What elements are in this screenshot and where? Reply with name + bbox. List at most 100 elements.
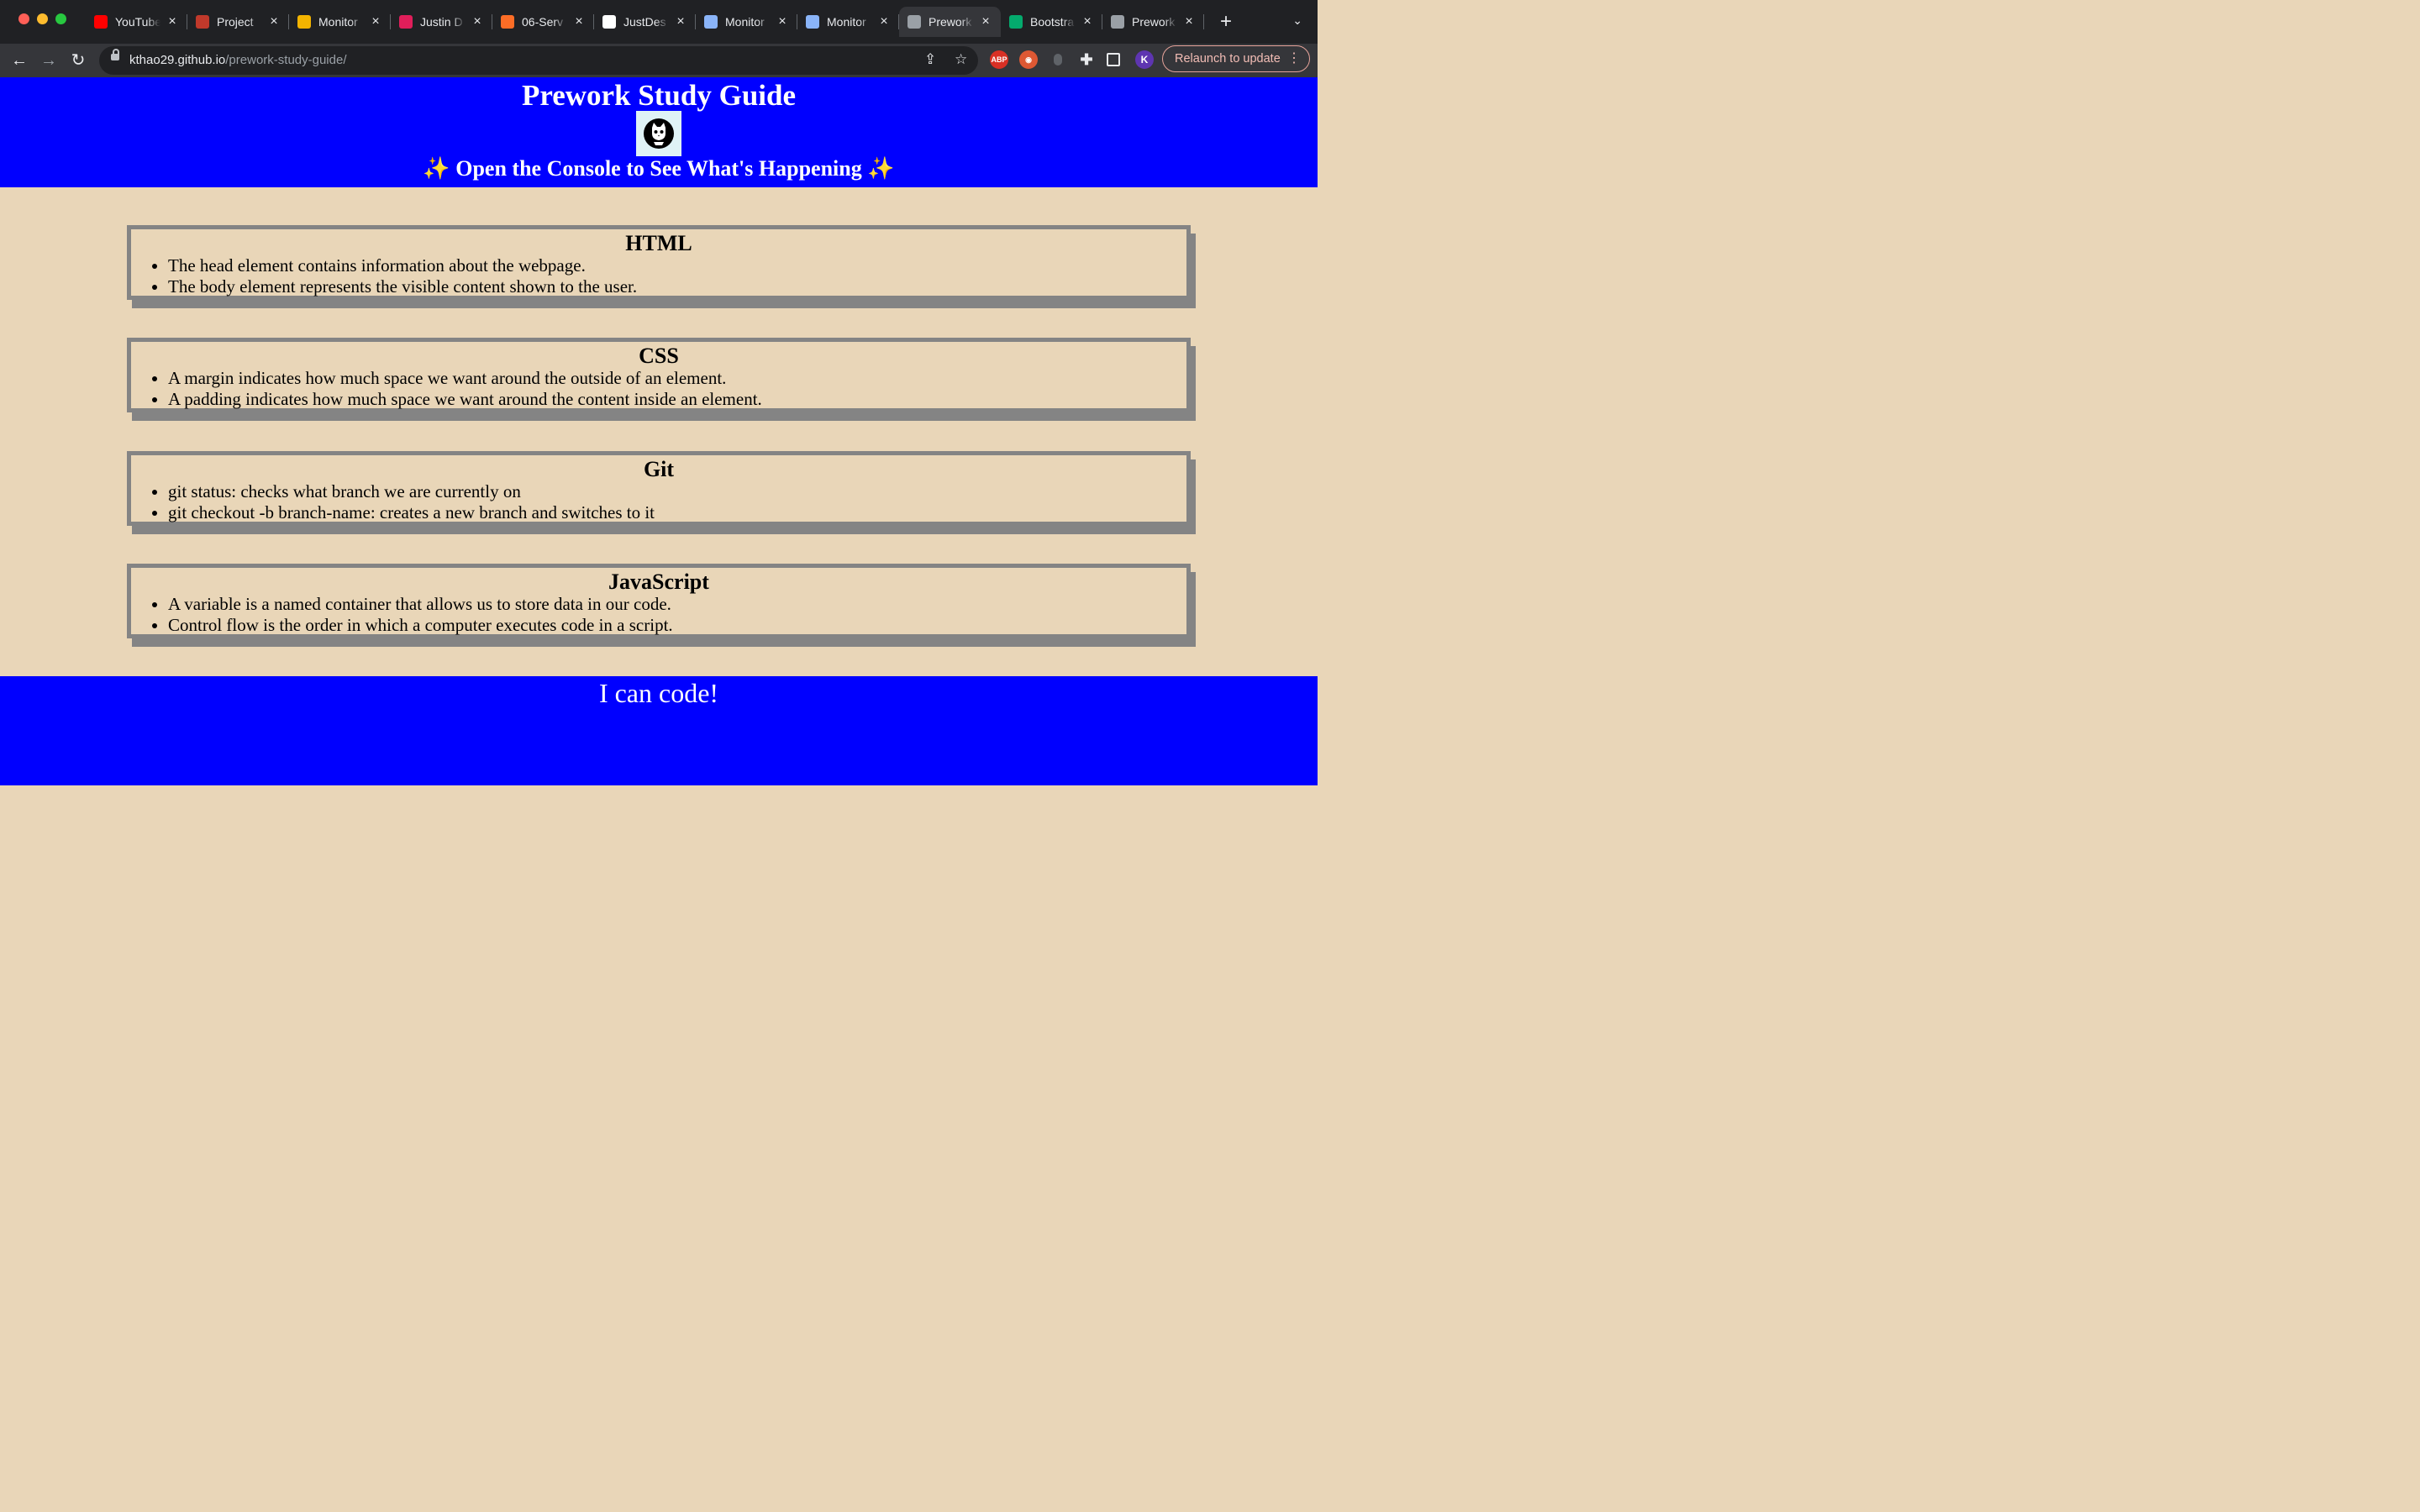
profile-avatar[interactable]: K bbox=[1135, 50, 1154, 69]
study-sections: HTMLThe head element contains informatio… bbox=[0, 187, 1318, 676]
tab-label: Bootstra bbox=[1030, 15, 1075, 29]
section-list: The head element contains information ab… bbox=[131, 255, 1186, 297]
maximize-window-button[interactable] bbox=[55, 13, 66, 24]
section-list: A variable is a named container that all… bbox=[131, 594, 1186, 636]
new-tab-button[interactable]: + bbox=[1215, 10, 1237, 34]
tab-10[interactable]: Prework × bbox=[1102, 7, 1204, 37]
address-bar[interactable]: kthao29.github.io/prework-study-guide/ ⇪… bbox=[99, 46, 978, 75]
slack-icon bbox=[399, 15, 413, 29]
project-icon bbox=[196, 15, 209, 29]
tab-label: JustDes bbox=[623, 15, 666, 29]
monitor-icon bbox=[704, 15, 718, 29]
puzzle-icon[interactable]: ✚ bbox=[1077, 50, 1096, 69]
url-text[interactable]: kthao29.github.io/prework-study-guide/ bbox=[129, 53, 347, 67]
tab-label: Monitor bbox=[827, 15, 866, 29]
section-title: JavaScript bbox=[608, 570, 709, 594]
reload-icon[interactable]: ↻ bbox=[66, 49, 90, 72]
page-footer: I can code! bbox=[0, 676, 1318, 785]
minimize-window-button[interactable] bbox=[37, 13, 48, 24]
section-card-javascript: JavaScriptA variable is a named containe… bbox=[127, 564, 1191, 638]
tab-label: Monitor bbox=[318, 15, 358, 29]
bookmark-star-icon[interactable]: ☆ bbox=[955, 51, 967, 68]
window-controls bbox=[18, 13, 66, 24]
page-header: Prework Study Guide ✨ Open the Console t… bbox=[0, 77, 1318, 187]
subtitle-text: Open the Console to See What's Happening bbox=[455, 156, 862, 181]
tab-label: Prework bbox=[929, 15, 972, 29]
tab-4[interactable]: 06-Serv × bbox=[492, 7, 594, 37]
tab-label: Prework bbox=[1132, 15, 1176, 29]
avatar bbox=[636, 111, 681, 156]
relaunch-button[interactable]: Relaunch to update ⋮ bbox=[1162, 45, 1310, 72]
section-list: A margin indicates how much space we wan… bbox=[131, 368, 1186, 410]
tab-1[interactable]: Project × bbox=[187, 7, 289, 37]
tab-9[interactable]: Bootstra × bbox=[1001, 7, 1102, 37]
globe-icon bbox=[908, 15, 921, 29]
tabs: YouTube × Project × Monitor × Justin D × 06-Serv… bbox=[86, 7, 1204, 37]
tab-8[interactable]: Prework × bbox=[899, 7, 1001, 37]
gitlab-icon bbox=[501, 15, 514, 29]
globe-icon bbox=[1111, 15, 1124, 29]
toolbar: ← → ↻ kthao29.github.io/prework-study-gu… bbox=[0, 44, 1318, 77]
close-tab-icon[interactable]: × bbox=[166, 14, 179, 29]
more-menu-icon[interactable]: ⋮ bbox=[1287, 46, 1301, 71]
list-item: The head element contains information ab… bbox=[168, 255, 1186, 276]
close-window-button[interactable] bbox=[18, 13, 29, 24]
list-item: The body element represents the visible … bbox=[168, 276, 1186, 297]
tab-0[interactable]: YouTube × bbox=[86, 7, 187, 37]
close-tab-icon[interactable]: × bbox=[572, 14, 586, 29]
close-tab-icon[interactable]: × bbox=[267, 14, 281, 29]
extension-icon[interactable] bbox=[1054, 54, 1062, 66]
tab-5[interactable]: JustDes × bbox=[594, 7, 696, 37]
adblock-icon[interactable]: ABP bbox=[990, 50, 1008, 69]
close-tab-icon[interactable]: × bbox=[979, 14, 992, 29]
url-host: kthao29.github.io bbox=[129, 53, 226, 67]
close-tab-icon[interactable]: × bbox=[1081, 14, 1094, 29]
section-title: Git bbox=[643, 457, 675, 481]
section-card-html: HTMLThe head element contains informatio… bbox=[127, 225, 1191, 300]
tab-2[interactable]: Monitor × bbox=[289, 7, 391, 37]
tab-3[interactable]: Justin D × bbox=[391, 7, 492, 37]
close-tab-icon[interactable]: × bbox=[1182, 14, 1196, 29]
share-icon[interactable]: ⇪ bbox=[924, 51, 936, 68]
relaunch-label: Relaunch to update bbox=[1175, 52, 1281, 66]
forward-arrow-icon[interactable]: → bbox=[37, 49, 60, 72]
list-item: A variable is a named container that all… bbox=[168, 594, 1186, 615]
duckduckgo-icon[interactable]: ◉ bbox=[1019, 50, 1038, 69]
close-tab-icon[interactable]: × bbox=[471, 14, 484, 29]
tab-7[interactable]: Monitor × bbox=[797, 7, 899, 37]
slides-icon bbox=[297, 15, 311, 29]
lock-icon[interactable] bbox=[111, 49, 119, 60]
page-subtitle: ✨ Open the Console to See What's Happeni… bbox=[0, 156, 1318, 181]
section-card-css: CSSA margin indicates how much space we … bbox=[127, 338, 1191, 412]
cat-logo-icon bbox=[644, 118, 674, 149]
list-item: Control flow is the order in which a com… bbox=[168, 615, 1186, 636]
tab-search-chevron-icon[interactable]: ⌄ bbox=[1292, 13, 1302, 28]
close-tab-icon[interactable]: × bbox=[877, 14, 891, 29]
tab-strip: YouTube × Project × Monitor × Justin D × 06-Serv… bbox=[0, 0, 1318, 44]
tab-label: YouTube bbox=[115, 15, 160, 29]
footer-text: I can code! bbox=[598, 678, 719, 708]
page-title: Prework Study Guide bbox=[521, 79, 797, 112]
list-item: git status: checks what branch we are cu… bbox=[168, 481, 1186, 502]
tab-label: Justin D bbox=[420, 15, 463, 29]
sidepanel-icon[interactable] bbox=[1107, 53, 1120, 66]
tab-label: 06-Serv bbox=[522, 15, 564, 29]
list-item: A padding indicates how much space we wa… bbox=[168, 389, 1186, 410]
tab-6[interactable]: Monitor × bbox=[696, 7, 797, 37]
browser-chrome: YouTube × Project × Monitor × Justin D × 06-Serv… bbox=[0, 0, 1318, 77]
back-arrow-icon[interactable]: ← bbox=[8, 49, 31, 72]
section-list: git status: checks what branch we are cu… bbox=[131, 481, 1186, 523]
section-card-git: Gitgit status: checks what branch we are… bbox=[127, 451, 1191, 526]
w3schools-icon bbox=[1009, 15, 1023, 29]
tab-label: Project bbox=[217, 15, 254, 29]
list-item: A margin indicates how much space we wan… bbox=[168, 368, 1186, 389]
close-tab-icon[interactable]: × bbox=[776, 14, 789, 29]
close-tab-icon[interactable]: × bbox=[369, 14, 382, 29]
section-title: HTML bbox=[625, 231, 692, 255]
sparkle-icon: ✨ bbox=[867, 156, 895, 181]
list-item: git checkout -b branch-name: creates a n… bbox=[168, 502, 1186, 523]
close-tab-icon[interactable]: × bbox=[674, 14, 687, 29]
sparkle-icon: ✨ bbox=[423, 156, 450, 181]
monitor-icon bbox=[806, 15, 819, 29]
youtube-icon bbox=[94, 15, 108, 29]
